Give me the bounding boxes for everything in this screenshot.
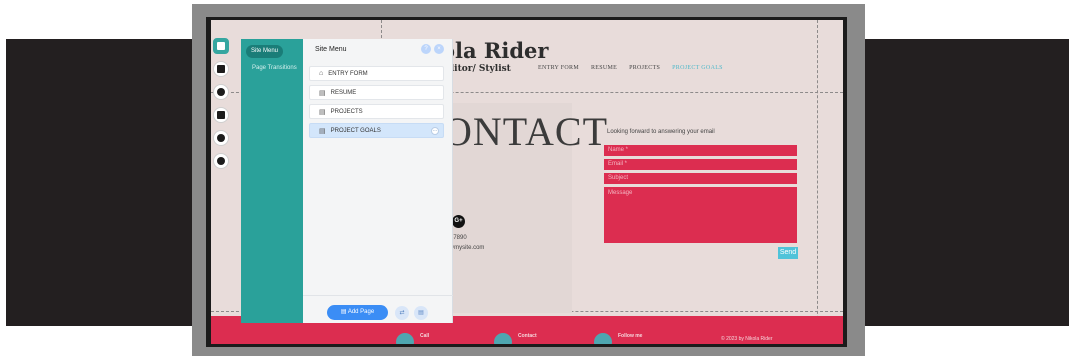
editor-screen: ola Rider Editor/ Stylist ENTRY FORM RES…	[206, 17, 847, 347]
google-plus-icon[interactable]: G+	[452, 215, 465, 228]
footer-copyright: © 2023 by Nikola Rider	[721, 336, 773, 342]
message-field[interactable]: Message	[604, 187, 797, 243]
site-menu-title: Site Menu	[315, 46, 347, 53]
background-icon[interactable]	[213, 61, 229, 77]
phone-icon	[396, 333, 414, 344]
editor-left-rail	[211, 26, 231, 326]
page-icon: ▤	[319, 89, 326, 97]
upload-icon[interactable]	[213, 130, 229, 146]
add-page-button[interactable]: ▤ Add Page	[327, 305, 388, 320]
nav-link-resume[interactable]: RESUME	[591, 65, 617, 71]
contact-heading: ONTACT	[443, 109, 609, 154]
page-icon: ▤	[319, 127, 326, 135]
name-field[interactable]: Name *	[604, 145, 797, 156]
site-top-nav: ENTRY FORM RESUME PROJECTS PROJECT GOALS	[538, 65, 723, 71]
page-item-resume[interactable]: ▤ RESUME	[309, 85, 444, 100]
nav-link-project-goals[interactable]: PROJECT GOALS	[672, 65, 723, 71]
page-item-label: RESUME	[330, 89, 357, 96]
site-preview: ola Rider Editor/ Stylist ENTRY FORM RES…	[211, 20, 843, 344]
add-folder-icon[interactable]: ▤	[414, 306, 428, 320]
footer-item-follow: Follow me	[594, 333, 642, 344]
subject-field[interactable]: Subject	[604, 173, 797, 184]
mail-icon	[494, 333, 512, 344]
page-item-label: PROJECTS	[330, 108, 363, 115]
more-options-icon[interactable]: ···	[431, 127, 439, 135]
site-menu-panel: Site Menu ? × ⌂ ENTRY FORM ▤ RESUME ▤ PR…	[303, 39, 453, 323]
page-icon: ▤	[319, 108, 326, 116]
footer-label-follow: Follow me	[618, 333, 643, 339]
page-transitions-icon[interactable]: ⇄	[395, 306, 409, 320]
site-menu-tab[interactable]: Site Menu	[246, 45, 283, 58]
panel-divider	[303, 295, 453, 296]
footer-item-contact: Contact	[494, 333, 537, 344]
add-element-icon[interactable]	[213, 84, 229, 100]
nav-link-entry-form[interactable]: ENTRY FORM	[538, 65, 579, 71]
email-field[interactable]: Email *	[604, 159, 797, 170]
layout-guide	[817, 20, 818, 344]
help-icon[interactable]: ?	[421, 44, 431, 54]
page-transitions-tab[interactable]: Page Transitions	[252, 65, 297, 71]
form-intro-text: Looking forward to answering your email	[607, 129, 715, 135]
footer-item-call: Call	[396, 333, 429, 344]
pages-menu-icon[interactable]	[213, 38, 229, 54]
page-item-projects[interactable]: ▤ PROJECTS	[309, 104, 444, 119]
backdrop-left	[6, 39, 192, 326]
menus-pages-panel: Site Menu Page Transitions	[241, 39, 303, 323]
nav-link-projects[interactable]: PROJECTS	[629, 65, 660, 71]
pen-icon[interactable]	[213, 153, 229, 169]
page-item-project-goals[interactable]: ▤ PROJECT GOALS ···	[309, 123, 444, 138]
close-icon[interactable]: ×	[434, 44, 444, 54]
apps-icon[interactable]	[213, 107, 229, 123]
page-item-label: ENTRY FORM	[328, 70, 368, 77]
site-brand-name[interactable]: ola Rider	[441, 38, 548, 63]
send-button[interactable]: Send	[778, 247, 798, 259]
page-item-entry-form[interactable]: ⌂ ENTRY FORM	[309, 66, 444, 81]
home-icon: ⌂	[319, 70, 324, 77]
footer-label-call: Call	[420, 333, 430, 339]
contact-email: @mysite.com	[448, 245, 485, 251]
page-item-label: PROJECT GOALS	[330, 127, 381, 134]
footer-label-contact: Contact	[518, 333, 537, 339]
backdrop-right	[865, 39, 1069, 326]
follow-icon	[594, 333, 612, 344]
